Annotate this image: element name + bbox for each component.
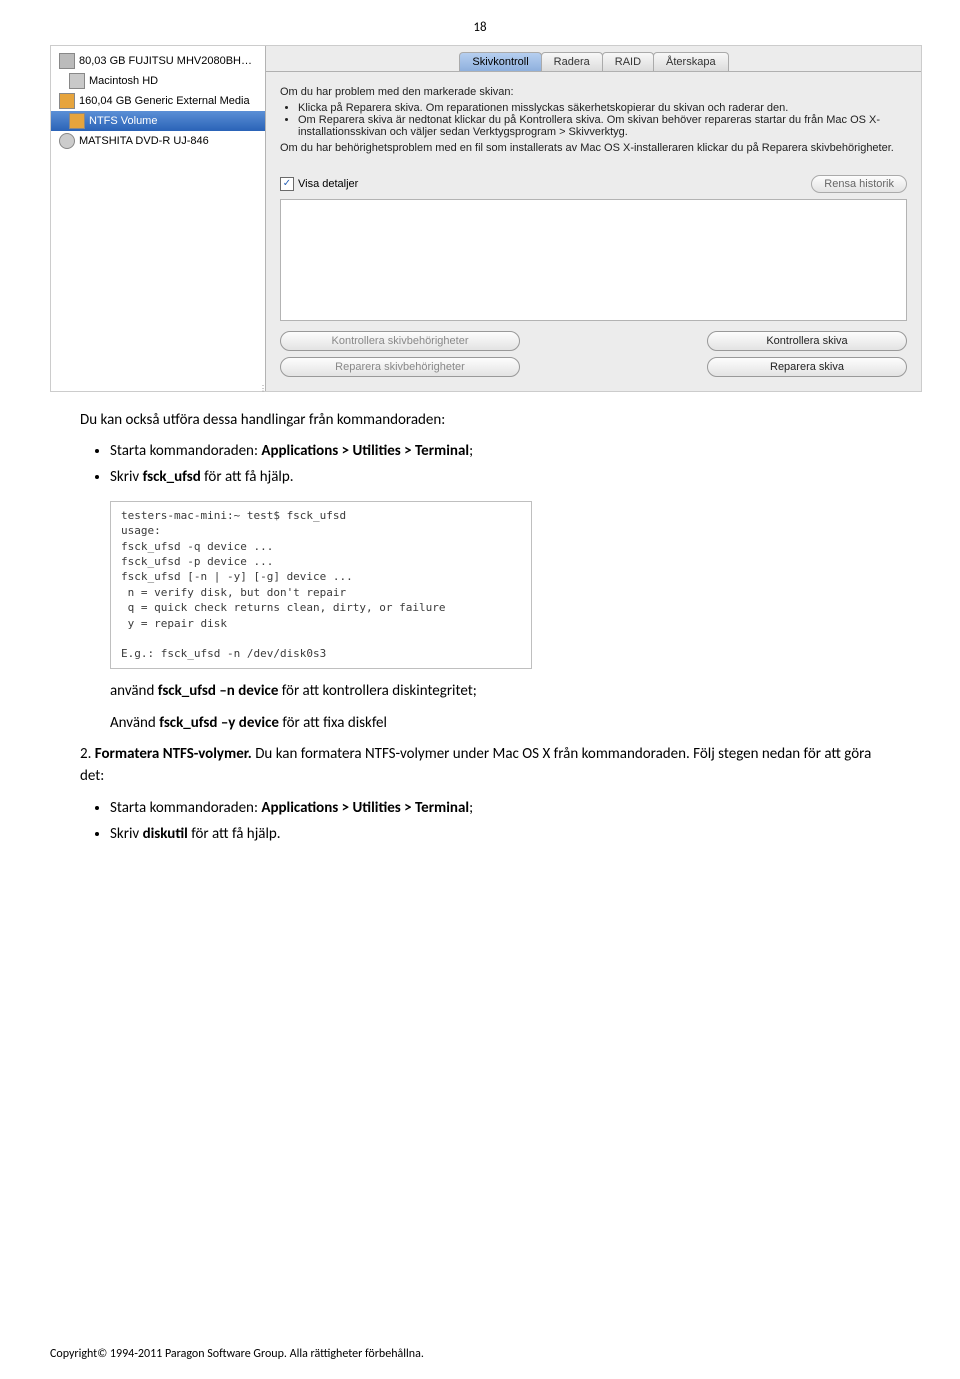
- list-item: Starta kommandoraden: Applications > Uti…: [110, 441, 880, 463]
- list-item: Skriv diskutil för att få hjälp.: [110, 824, 880, 846]
- tab-bar: Skivkontroll Radera RAID Återskapa: [266, 46, 921, 72]
- verify-disk-button[interactable]: Kontrollera skiva: [707, 331, 907, 351]
- tab-skivkontroll[interactable]: Skivkontroll: [459, 52, 541, 71]
- line-verify: använd fsck_ufsd –n device för att kontr…: [110, 681, 880, 703]
- info-bullet: Klicka på Reparera skiva. Om reparatione…: [298, 102, 907, 114]
- optical-drive-icon: [59, 133, 75, 149]
- verify-permissions-button[interactable]: Kontrollera skivbehörigheter: [280, 331, 520, 351]
- tab-raid[interactable]: RAID: [602, 52, 654, 71]
- line-repair: Använd fsck_ufsd –y device för att fixa …: [110, 713, 880, 735]
- sidebar-label: MATSHITA DVD-R UJ-846: [79, 135, 209, 147]
- repair-disk-button[interactable]: Reparera skiva: [707, 357, 907, 377]
- sidebar-label: Macintosh HD: [89, 75, 158, 87]
- external-disk-icon: [59, 93, 75, 109]
- info-heading: Om du har problem med den markerade skiv…: [280, 85, 907, 99]
- external-disk-icon: [69, 113, 85, 129]
- disk-sidebar: 80,03 GB FUJITSU MHV2080BH… Macintosh HD…: [51, 46, 266, 391]
- sidebar-label: 160,04 GB Generic External Media: [79, 95, 250, 107]
- disk-icon: [59, 53, 75, 69]
- log-area: [280, 199, 907, 321]
- hd-icon: [69, 73, 85, 89]
- page-number: 18: [50, 20, 910, 35]
- terminal-screenshot: testers-mac-mini:~ test$ fsck_ufsd usage…: [110, 501, 532, 669]
- show-details-checkbox[interactable]: ✓ Visa detaljer: [280, 177, 358, 191]
- copyright: Copyright© 1994-2011 Paragon Software Gr…: [50, 1347, 424, 1361]
- list-item: Starta kommandoraden: Applications > Uti…: [110, 798, 880, 820]
- paragraph: Du kan också utföra dessa handlingar frå…: [80, 410, 880, 432]
- sidebar-item-external[interactable]: 160,04 GB Generic External Media: [51, 91, 265, 111]
- sidebar-item-fujitsu[interactable]: 80,03 GB FUJITSU MHV2080BH…: [51, 51, 265, 71]
- sidebar-item-ntfs-volume[interactable]: NTFS Volume: [51, 111, 265, 131]
- checkbox-icon: ✓: [280, 177, 294, 191]
- sidebar-label: 80,03 GB FUJITSU MHV2080BH…: [79, 55, 252, 67]
- sidebar-item-macintosh-hd[interactable]: Macintosh HD: [51, 71, 265, 91]
- clear-history-button[interactable]: Rensa historik: [811, 175, 907, 193]
- sidebar-item-dvd[interactable]: MATSHITA DVD-R UJ-846: [51, 131, 265, 151]
- disk-utility-main: Skivkontroll Radera RAID Återskapa Om du…: [266, 46, 921, 391]
- sidebar-label: NTFS Volume: [89, 115, 157, 127]
- info-permissions: Om du har behörighetsproblem med en fil …: [280, 141, 907, 155]
- disk-utility-window: 80,03 GB FUJITSU MHV2080BH… Macintosh HD…: [50, 45, 922, 392]
- sidebar-resizer[interactable]: ⋮: [259, 384, 266, 391]
- info-panel: Om du har problem med den markerade skiv…: [266, 72, 921, 169]
- tab-aterskapa[interactable]: Återskapa: [653, 52, 729, 71]
- document-body: Du kan också utföra dessa handlingar frå…: [80, 410, 880, 846]
- list-item: Skriv fsck_ufsd för att få hjälp.: [110, 467, 880, 489]
- info-bullet: Om Reparera skiva är nedtonat klickar du…: [298, 114, 907, 138]
- checkbox-label: Visa detaljer: [298, 178, 358, 190]
- repair-permissions-button[interactable]: Reparera skivbehörigheter: [280, 357, 520, 377]
- numbered-item-2: 2. Formatera NTFS-volymer. Du kan format…: [80, 744, 880, 788]
- tab-radera[interactable]: Radera: [541, 52, 603, 71]
